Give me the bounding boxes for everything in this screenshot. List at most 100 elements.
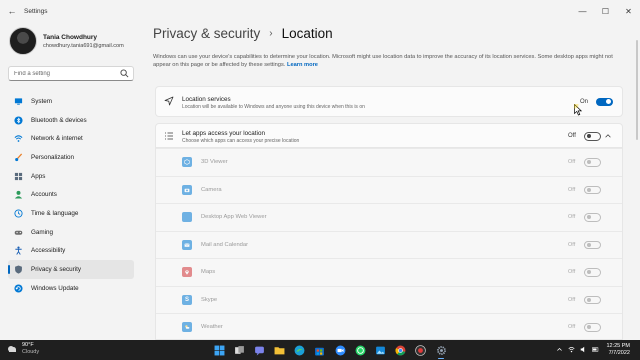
sidebar-item-label: Gaming [31, 228, 54, 236]
speaker-icon[interactable] [580, 346, 587, 353]
camera-icon [182, 184, 192, 195]
app-toggle-skype[interactable] [584, 295, 601, 304]
location-services-title: Location services [182, 96, 231, 103]
sidebar-item-label: System [31, 97, 52, 105]
teams-chat-icon[interactable] [252, 343, 266, 357]
app-list: 3D Viewer Off Camera Off Desktop App Web… [155, 148, 623, 340]
sidebar-item-label: Personalization [31, 153, 75, 161]
sidebar-item-apps[interactable]: Apps [8, 167, 134, 186]
app-state: Off [568, 159, 576, 165]
gamepad-icon [14, 228, 23, 237]
app-toggle-3d-viewer[interactable] [584, 158, 601, 167]
search-icon[interactable] [120, 69, 129, 78]
record-icon[interactable] [414, 343, 428, 357]
sidebar-item-time-language[interactable]: Time & language [8, 204, 134, 223]
list-item-camera: Camera Off [156, 175, 622, 204]
sidebar-item-accounts[interactable]: Accounts [8, 185, 134, 204]
sidebar-item-label: Apps [31, 172, 46, 180]
app-name: Maps [201, 269, 216, 275]
taskbar-clock[interactable]: 12:25 PM 7/7/2022 [596, 343, 630, 357]
weather-temperature: 90°F [22, 342, 34, 348]
let-apps-state: Off [568, 133, 576, 139]
list-item-mail-calendar: Mail and Calendar Off [156, 230, 622, 259]
app-name: 3D Viewer [201, 159, 228, 165]
skype-icon: S [182, 294, 192, 305]
let-apps-access-card[interactable]: Let apps access your location Choose whi… [155, 123, 623, 148]
edge-icon[interactable] [293, 343, 307, 357]
app-toggle-camera[interactable] [584, 185, 601, 194]
location-services-card: Location services Location will be avail… [155, 86, 623, 117]
sidebar-item-network[interactable]: Network & internet [8, 129, 134, 148]
close-button[interactable]: ✕ [617, 0, 640, 22]
chevron-up-icon[interactable] [604, 132, 612, 140]
profile-email: chowdhury.tania691@gmail.com [43, 42, 124, 49]
app-state: Off [568, 269, 576, 275]
location-arrow-icon [164, 96, 174, 106]
page-description: Windows can use your device's capabiliti… [153, 53, 623, 69]
minimize-button[interactable]: — [571, 0, 594, 22]
sidebar-item-privacy-security[interactable]: Privacy & security [8, 260, 134, 279]
maximize-button[interactable]: ☐ [594, 0, 617, 22]
search-input[interactable] [14, 70, 114, 77]
sidebar-nav: System Bluetooth & devices Network & int… [8, 92, 134, 298]
sidebar-item-bluetooth[interactable]: Bluetooth & devices [8, 111, 134, 130]
let-apps-toggle[interactable] [584, 132, 601, 141]
sidebar-item-label: Privacy & security [31, 266, 82, 274]
update-icon [14, 284, 23, 293]
sidebar-item-label: Accessibility [31, 247, 66, 255]
task-view-icon[interactable] [232, 343, 246, 357]
breadcrumb-parent[interactable]: Privacy & security [153, 26, 260, 41]
shield-icon [14, 265, 23, 274]
avatar [9, 27, 37, 55]
app-name: Mail and Calendar [201, 241, 249, 248]
chrome-icon[interactable] [394, 343, 408, 357]
maps-pin-icon [182, 267, 192, 277]
sidebar-item-windows-update[interactable]: Windows Update [8, 279, 134, 298]
sidebar-item-gaming[interactable]: Gaming [8, 223, 134, 242]
user-profile[interactable]: Tania Chowdhury chowdhury.tania691@gmail… [9, 27, 124, 55]
zoom-icon[interactable] [333, 343, 347, 357]
app-state: Off [568, 214, 576, 220]
let-apps-title: Let apps access your location [182, 130, 265, 137]
app-toggle-mail-calendar[interactable] [584, 240, 601, 249]
store-icon[interactable] [313, 343, 327, 357]
breadcrumb-separator-icon: › [269, 28, 273, 39]
sidebar-item-system[interactable]: System [8, 92, 134, 111]
accessibility-icon [14, 246, 23, 256]
sidebar-item-label: Windows Update [31, 284, 79, 292]
profile-name: Tania Chowdhury [43, 33, 98, 41]
title-bar: ← Settings [0, 0, 640, 22]
settings-gear-icon[interactable] [434, 343, 448, 359]
taskbar-apps [212, 343, 454, 359]
file-explorer-icon[interactable] [273, 343, 287, 357]
scrollbar[interactable] [636, 40, 638, 140]
person-icon [14, 190, 23, 199]
globe-clock-icon [14, 209, 23, 218]
app-state: Off [568, 241, 576, 248]
app-toggle-desktop-app-web-viewer[interactable] [584, 213, 601, 222]
taskbar-weather[interactable]: 90°F Cloudy [6, 342, 39, 356]
list-icon [165, 132, 173, 140]
description-text: Windows can use your device's capabiliti… [153, 54, 613, 68]
app-name: Skype [201, 296, 218, 303]
monitor-icon [14, 97, 23, 106]
start-windows-icon[interactable] [212, 343, 226, 357]
wifi-icon[interactable] [568, 346, 575, 353]
taskbar: 90°F Cloudy 12:25 PM 7/7/2022 [0, 340, 640, 360]
photos-icon[interactable] [374, 343, 388, 357]
sidebar-item-label: Accounts [31, 191, 57, 199]
learn-more-link[interactable]: Learn more [287, 62, 318, 68]
sidebar-item-personalization[interactable]: Personalization [8, 148, 134, 167]
whatsapp-icon[interactable] [353, 343, 367, 357]
weather-app-icon [182, 322, 192, 332]
location-services-toggle[interactable] [596, 97, 613, 106]
app-state: Off [568, 324, 576, 330]
cloud-icon [8, 346, 16, 352]
search-box[interactable] [8, 66, 134, 81]
app-toggle-weather[interactable] [584, 323, 601, 332]
chevron-up-tray-icon[interactable] [556, 346, 563, 353]
back-arrow-icon[interactable]: ← [0, 6, 24, 16]
app-name: Desktop App Web Viewer [201, 214, 267, 220]
app-toggle-maps[interactable] [584, 268, 601, 277]
sidebar-item-accessibility[interactable]: Accessibility [8, 242, 134, 261]
